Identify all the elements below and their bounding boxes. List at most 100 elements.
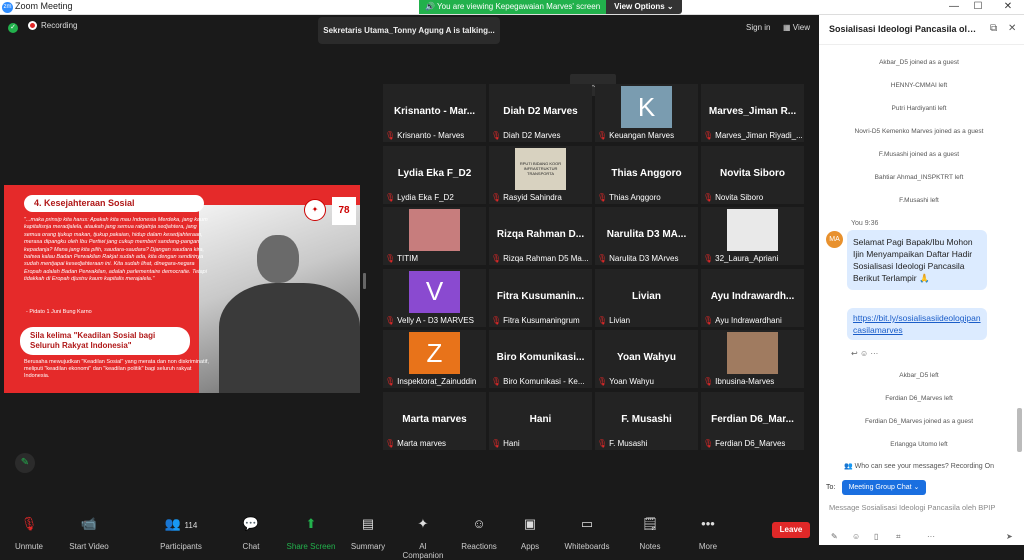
participant-tile[interactable]: K 🎙 Keuangan Marves: [595, 84, 698, 142]
mic-muted-icon: 🎙: [385, 377, 396, 386]
participant-display-name: Livian: [632, 290, 661, 302]
participant-label: 🎙 Velly A - D3 MARVES: [385, 316, 474, 325]
ai-companion-button[interactable]: ✦ AI Companion: [398, 516, 448, 560]
reactions-button[interactable]: ☺ Reactions: [454, 516, 504, 551]
system-message: Ferdian D6_Marves joined as a guest: [864, 418, 974, 425]
participant-tile[interactable]: Yoan Wahyu 🎙 Yoan Wahyu: [595, 330, 698, 388]
shield-icon[interactable]: ✓: [8, 23, 18, 33]
start-video-button[interactable]: 📹 Start Video: [64, 516, 114, 551]
participant-name: Rizqa Rahman D5 Ma...: [503, 254, 589, 263]
reply-icon[interactable]: ↩: [851, 349, 858, 358]
chat-link[interactable]: https://bit.ly/sosialisasiideologipancas…: [847, 308, 987, 340]
summary-button[interactable]: ▤ Summary: [343, 516, 393, 551]
message-input[interactable]: Message Sosialisasi Ideologi Pancasila o…: [829, 503, 1019, 512]
sign-in-link[interactable]: Sign in: [746, 23, 770, 32]
participant-label: 🎙 32_Laura_Apriani: [703, 254, 778, 263]
participant-tile[interactable]: F. Musashi 🎙 F. Musashi: [595, 391, 698, 450]
chat-title: Sosialisasi Ideologi Pancasila oleh B...: [829, 24, 979, 34]
system-message: Akbar_D5 left: [899, 372, 939, 379]
participant-tile[interactable]: Fitra Kusumanin... 🎙 Fitra Kusumaningrum: [489, 268, 592, 327]
participant-tile[interactable]: Lydia Eka F_D2 🎙 Lydia Eka F_D2: [383, 145, 486, 204]
meeting-toolbar: 🎙 Unmute 📹 Start Video 👥 114 Participants 💬…: [0, 512, 819, 560]
mic-muted-icon: 🎙: [385, 131, 396, 140]
system-message: Ferdian D6_Marves left: [885, 395, 953, 402]
viewing-screen-text: 🔊 You are viewing Kepegawaian Marves' sc…: [419, 0, 607, 14]
participant-label: 🎙 Rasyid Sahindra: [491, 193, 562, 202]
chat-panel: Sosialisasi Ideologi Pancasila oleh B...…: [819, 15, 1024, 545]
participant-name: Ferdian D6_Marves: [715, 438, 786, 448]
more-options-icon[interactable]: ···: [927, 532, 935, 541]
participant-label: 🎙 Yoan Wahyu: [597, 377, 654, 386]
participant-tile[interactable]: Narulita D3 MA... 🎙 Narulita D3 MArves: [595, 207, 698, 265]
popout-icon[interactable]: ⧉: [990, 23, 997, 34]
close-window-button[interactable]: ✕: [994, 0, 1022, 15]
chat-scrollbar[interactable]: [1017, 408, 1022, 452]
participant-name: Inspektorat_Zainuddin: [397, 377, 477, 386]
participant-tile[interactable]: Novita Siboro 🎙 Novita Siboro: [701, 145, 804, 204]
slide-source: - Pidato 1 Juni Bung Karno: [26, 309, 92, 315]
participant-tile[interactable]: Hani 🎙 Hani: [489, 391, 592, 450]
format-icon[interactable]: ✎: [831, 532, 838, 541]
participant-tile[interactable]: Ayu Indrawardh... 🎙 Ayu Indrawardhani: [701, 268, 804, 327]
participant-name: Hani: [503, 438, 520, 448]
participant-tile[interactable]: 🎙 TITIM: [383, 207, 486, 265]
message-actions[interactable]: ↩ ☺ ···: [851, 349, 878, 358]
more-icon[interactable]: ···: [870, 349, 878, 358]
participant-tile[interactable]: Z 🎙 Inspektorat_Zainuddin: [383, 330, 486, 388]
speaker-photo: [199, 205, 360, 393]
participant-video-thumbnail: [727, 332, 778, 374]
participant-label: 🎙 Marves_Jiman Riyadi_...: [703, 131, 802, 140]
view-options-button[interactable]: View Options ⌄: [606, 0, 682, 14]
participant-tile[interactable]: 🎙 Ibnusina-Marves: [701, 330, 804, 388]
unmute-button[interactable]: 🎙 Unmute: [4, 516, 54, 551]
participant-label: 🎙 Hani: [491, 439, 520, 448]
participant-grid: Krisnanto - Mar... 🎙 Krisnanto - Marves Dia…: [383, 84, 805, 452]
participant-tile[interactable]: Marta marves 🎙 Marta marves: [383, 391, 486, 450]
system-message: Akbar_D5 joined as a guest: [879, 59, 959, 66]
participant-display-name: Marves_Jiman R...: [708, 106, 797, 117]
participant-tile[interactable]: Krisnanto - Mar... 🎙 Krisnanto - Marves: [383, 84, 486, 142]
mic-muted-icon: 🎙: [703, 315, 714, 325]
participant-tile[interactable]: Livian 🎙 Livian: [595, 268, 698, 327]
system-message: Erlangga Utomo left: [890, 441, 948, 448]
annotate-pen-icon[interactable]: ✎: [15, 453, 35, 473]
shared-screen: 4. Kesejahteraan Sosial "...maka prinsip…: [4, 185, 360, 393]
chat-header: Sosialisasi Ideologi Pancasila oleh B...…: [819, 15, 1024, 45]
participant-tile[interactable]: Rizqa Rahman D... 🎙 Rizqa Rahman D5 Ma...: [489, 207, 592, 265]
participant-tile[interactable]: Ferdian D6_Mar... 🎙 Ferdian D6_Marves: [701, 391, 804, 450]
close-chat-icon[interactable]: ✕: [1008, 23, 1016, 34]
more-button[interactable]: ••• More: [683, 516, 733, 551]
mic-muted-icon: 🎙: [703, 438, 714, 448]
screenshot-icon[interactable]: ⌗: [896, 532, 901, 542]
maximize-button[interactable]: ☐: [964, 0, 992, 15]
chat-button[interactable]: 💬 Chat: [226, 516, 276, 551]
share-screen-button[interactable]: ⬆ Share Screen: [286, 516, 336, 551]
file-icon[interactable]: ▯: [874, 532, 878, 541]
leave-button[interactable]: Leave: [772, 522, 810, 538]
participants-button[interactable]: 👥 114 Participants: [156, 516, 206, 551]
notes-button[interactable]: 🗒 Notes: [625, 516, 675, 551]
emoji-icon[interactable]: ☺: [852, 532, 860, 541]
participant-tile[interactable]: RPUTI BIDANG KOOR INFRASTRUKTUR TRANSPOR…: [489, 145, 592, 204]
participant-tile[interactable]: V 🎙 Velly A - D3 MARVES: [383, 268, 486, 327]
summary-icon: ▤: [361, 516, 375, 531]
participant-tile[interactable]: Diah D2 Marves 🎙 Diah D2 Marves: [489, 84, 592, 142]
participant-tile[interactable]: Biro Komunikasi... 🎙 Biro Komunikasi - Ke.…: [489, 330, 592, 388]
recipient-select[interactable]: Meeting Group Chat ⌄: [842, 480, 926, 495]
photo-body: [219, 283, 360, 393]
emoji-icon[interactable]: ☺: [860, 349, 868, 358]
participant-tile[interactable]: Marves_Jiman R... 🎙 Marves_Jiman Riyadi_..…: [701, 84, 804, 142]
share-banner: 🔊 You are viewing Kepegawaian Marves' sc…: [419, 0, 682, 14]
recording-indicator[interactable]: Recording: [28, 21, 77, 30]
participant-label: 🎙 Inspektorat_Zainuddin: [385, 377, 476, 386]
whiteboards-button[interactable]: ▭ Whiteboards: [562, 516, 612, 551]
participant-tile[interactable]: 🎙 32_Laura_Apriani: [701, 207, 804, 265]
participant-tile[interactable]: Thias Anggoro 🎙 Thias Anggoro: [595, 145, 698, 204]
chat-visibility-notice[interactable]: 👥 Who can see your messages? Recording O…: [844, 462, 994, 470]
participant-display-name: Ferdian D6_Mar...: [711, 413, 794, 425]
send-icon[interactable]: ➤: [1006, 532, 1013, 541]
slide-subtitle: Sila kelima "Keadilan Sosial bagi Seluru…: [20, 327, 190, 355]
split-handle[interactable]: [363, 273, 366, 289]
apps-button[interactable]: ▣ Apps: [505, 516, 555, 551]
view-button[interactable]: ▦ View: [783, 23, 810, 32]
